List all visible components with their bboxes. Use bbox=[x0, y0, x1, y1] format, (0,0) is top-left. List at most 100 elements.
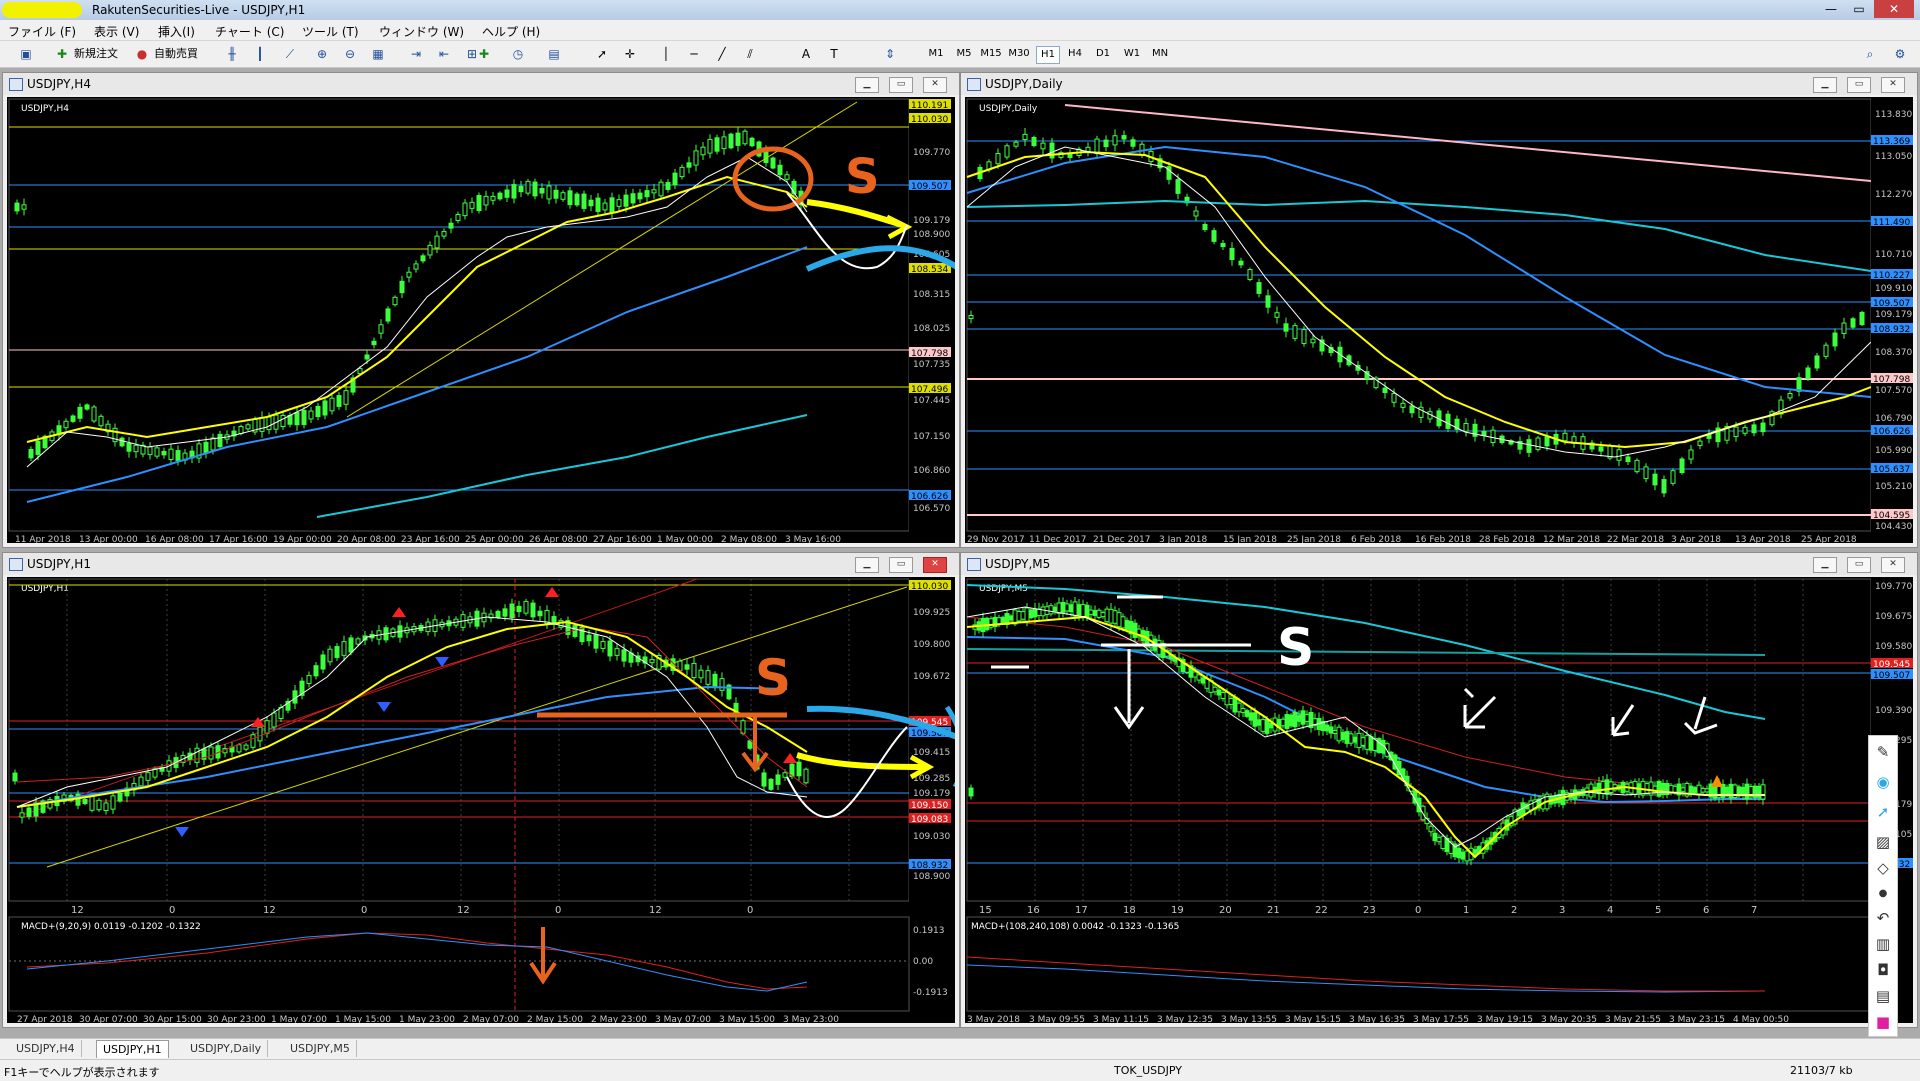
chart-canvas-h4[interactable]: USDJPY,H4 110.191 110.030 109.770 109.50… bbox=[7, 97, 955, 543]
tab-usdjpy-m5[interactable]: USDJPY,M5 bbox=[284, 1040, 357, 1057]
candlestick-icon[interactable]: ┃ bbox=[252, 46, 268, 62]
auto-trade-button[interactable]: 自動売買 bbox=[154, 44, 198, 64]
arrows-icon[interactable]: ⇕ bbox=[882, 46, 898, 62]
menu-chart[interactable]: チャート (C) bbox=[215, 23, 284, 40]
tf-m15[interactable]: M15 bbox=[980, 46, 1002, 62]
menu-view[interactable]: 表示 (V) bbox=[94, 23, 139, 40]
candle-body bbox=[1022, 133, 1028, 141]
chart-window-daily[interactable]: USDJPY,Daily ▁ ▭ ✕ USDJPY,Daily 113.830 bbox=[960, 72, 1918, 548]
trash-icon[interactable]: ▥ bbox=[1873, 934, 1893, 954]
zoom-out-icon[interactable]: ⊖ bbox=[342, 46, 358, 62]
new-order-button[interactable]: 新規注文 bbox=[74, 44, 118, 64]
candle-body bbox=[238, 425, 244, 435]
candle-body bbox=[1382, 387, 1388, 394]
vertical-line-icon[interactable]: │ bbox=[658, 46, 674, 62]
line-chart-icon[interactable]: ⟋ bbox=[282, 46, 298, 62]
zoom-in-icon[interactable]: ⊕ bbox=[314, 46, 330, 62]
indicators-icon[interactable]: ✚ bbox=[476, 46, 492, 62]
chart-minimize-button[interactable]: ▁ bbox=[1813, 557, 1837, 573]
menu-help[interactable]: ヘルプ (H) bbox=[482, 23, 540, 40]
chart-maximize-button[interactable]: ▭ bbox=[889, 557, 913, 573]
candle-body bbox=[707, 138, 713, 154]
trendline-icon[interactable]: ╱ bbox=[714, 46, 730, 62]
svg-text:108.534: 108.534 bbox=[911, 265, 948, 275]
chart-window-h1[interactable]: USDJPY,H1 ▁ ▭ ✕ USDJPY,H1 110.030 109.92… bbox=[2, 552, 960, 1028]
text-label-icon[interactable]: T bbox=[826, 46, 842, 62]
tf-mn[interactable]: MN bbox=[1149, 46, 1171, 62]
crosshair-icon[interactable]: ✛ bbox=[622, 46, 638, 62]
tf-h4[interactable]: H4 bbox=[1064, 46, 1086, 62]
camera-icon[interactable]: ◘ bbox=[1873, 960, 1893, 980]
chart-maximize-button[interactable]: ▭ bbox=[889, 77, 913, 93]
chart-close-button[interactable]: ✕ bbox=[1881, 77, 1905, 93]
svg-text:16: 16 bbox=[1027, 905, 1040, 916]
chart-canvas-m5[interactable]: USDJPY,M5 109.770 109.675 109.580 109.54… bbox=[965, 577, 1913, 1023]
chart-minimize-button[interactable]: ▁ bbox=[855, 557, 879, 573]
chart-shift-icon[interactable]: ⇥ bbox=[408, 46, 424, 62]
tf-d1[interactable]: D1 bbox=[1092, 46, 1114, 62]
tile-windows-icon[interactable]: ▦ bbox=[370, 46, 386, 62]
highlighter-icon[interactable]: ▨ bbox=[1873, 832, 1893, 852]
tab-usdjpy-daily[interactable]: USDJPY,Daily bbox=[184, 1040, 269, 1057]
menu-file[interactable]: ファイル (F) bbox=[8, 23, 76, 40]
horizontal-line-icon[interactable]: ─ bbox=[686, 46, 702, 62]
autoscroll-icon[interactable]: ⇤ bbox=[436, 46, 452, 62]
svg-text:1: 1 bbox=[1463, 905, 1469, 916]
chart-maximize-button[interactable]: ▭ bbox=[1847, 77, 1871, 93]
chart-canvas-h1[interactable]: USDJPY,H1 110.030 109.925 109.800 109.67… bbox=[7, 577, 955, 1023]
candle-body bbox=[406, 271, 412, 278]
color-palette-icon[interactable]: ■ bbox=[1873, 1012, 1893, 1032]
channel-icon[interactable]: ⫽ bbox=[742, 46, 758, 62]
search-icon[interactable]: ⌕ bbox=[1862, 46, 1878, 62]
tab-usdjpy-h4[interactable]: USDJPY,H4 bbox=[10, 1040, 82, 1057]
candle-body bbox=[399, 280, 405, 294]
pen-icon[interactable]: ✎ bbox=[1873, 742, 1893, 762]
chart-maximize-button[interactable]: ▭ bbox=[1847, 557, 1871, 573]
bar-chart-icon[interactable]: ╫ bbox=[224, 46, 240, 62]
profile-icon[interactable]: ▣ bbox=[18, 46, 34, 62]
chart-window-h4[interactable]: USDJPY,H4 ▁ ▭ ✕ USDJPY,H4 110.191 110.03… bbox=[2, 72, 960, 548]
text-tool-icon[interactable]: A bbox=[798, 46, 814, 62]
candle-body bbox=[609, 197, 615, 214]
candle-body bbox=[539, 187, 545, 194]
candle-body bbox=[1604, 779, 1610, 795]
period-icon[interactable]: ◷ bbox=[510, 46, 526, 62]
settings-icon[interactable]: ⚙ bbox=[1892, 46, 1908, 62]
close-button[interactable]: ✕ bbox=[1874, 0, 1914, 18]
chart-close-button[interactable]: ✕ bbox=[923, 557, 947, 573]
templates-icon[interactable]: ▤ bbox=[546, 46, 562, 62]
candle-body bbox=[1112, 135, 1118, 146]
menu-tools[interactable]: ツール (T) bbox=[302, 23, 359, 40]
svg-text:1 May 07:00: 1 May 07:00 bbox=[271, 1015, 327, 1023]
tf-h1[interactable]: H1 bbox=[1036, 46, 1060, 64]
clipboard-icon[interactable]: ▤ bbox=[1873, 986, 1893, 1006]
tf-w1[interactable]: W1 bbox=[1121, 46, 1143, 62]
candle-body bbox=[719, 678, 725, 691]
chart-close-button[interactable]: ✕ bbox=[923, 77, 947, 93]
candle-body bbox=[1048, 605, 1054, 615]
pointer-icon[interactable]: ➚ bbox=[1873, 802, 1893, 822]
chart-minimize-button[interactable]: ▁ bbox=[855, 77, 879, 93]
chart-canvas-daily[interactable]: USDJPY,Daily 113.830 113.369 113.050 112… bbox=[965, 97, 1913, 543]
menu-insert[interactable]: 挿入(I) bbox=[158, 23, 195, 40]
tf-m30[interactable]: M30 bbox=[1008, 46, 1030, 62]
dot-icon[interactable]: ● bbox=[1873, 884, 1893, 904]
chart-minimize-button[interactable]: ▁ bbox=[1813, 77, 1837, 93]
minimize-button[interactable]: — bbox=[1818, 0, 1844, 18]
tf-m1[interactable]: M1 bbox=[925, 46, 947, 62]
cursor-icon[interactable]: ➚ bbox=[594, 46, 610, 62]
eye-icon[interactable]: ◉ bbox=[1873, 772, 1893, 792]
tf-m5[interactable]: M5 bbox=[953, 46, 975, 62]
chart-window-m5[interactable]: USDJPY,M5 ▁ ▭ ✕ USDJPY,M5 109.770 109.67… bbox=[960, 552, 1918, 1028]
menu-window[interactable]: ウィンドウ (W) bbox=[379, 23, 464, 40]
candle-body bbox=[1000, 616, 1006, 624]
maximize-button[interactable]: ▭ bbox=[1846, 0, 1872, 18]
candle-body bbox=[1072, 601, 1078, 617]
eraser-icon[interactable]: ◇ bbox=[1873, 858, 1893, 878]
undo-icon[interactable]: ↶ bbox=[1873, 908, 1893, 928]
auto-trade-icon[interactable]: ● bbox=[134, 46, 150, 62]
new-order-icon[interactable]: ✚ bbox=[54, 46, 70, 62]
candle-body bbox=[1008, 615, 1014, 621]
tab-usdjpy-h1[interactable]: USDJPY,H1 bbox=[96, 1040, 169, 1058]
chart-close-button[interactable]: ✕ bbox=[1881, 557, 1905, 573]
